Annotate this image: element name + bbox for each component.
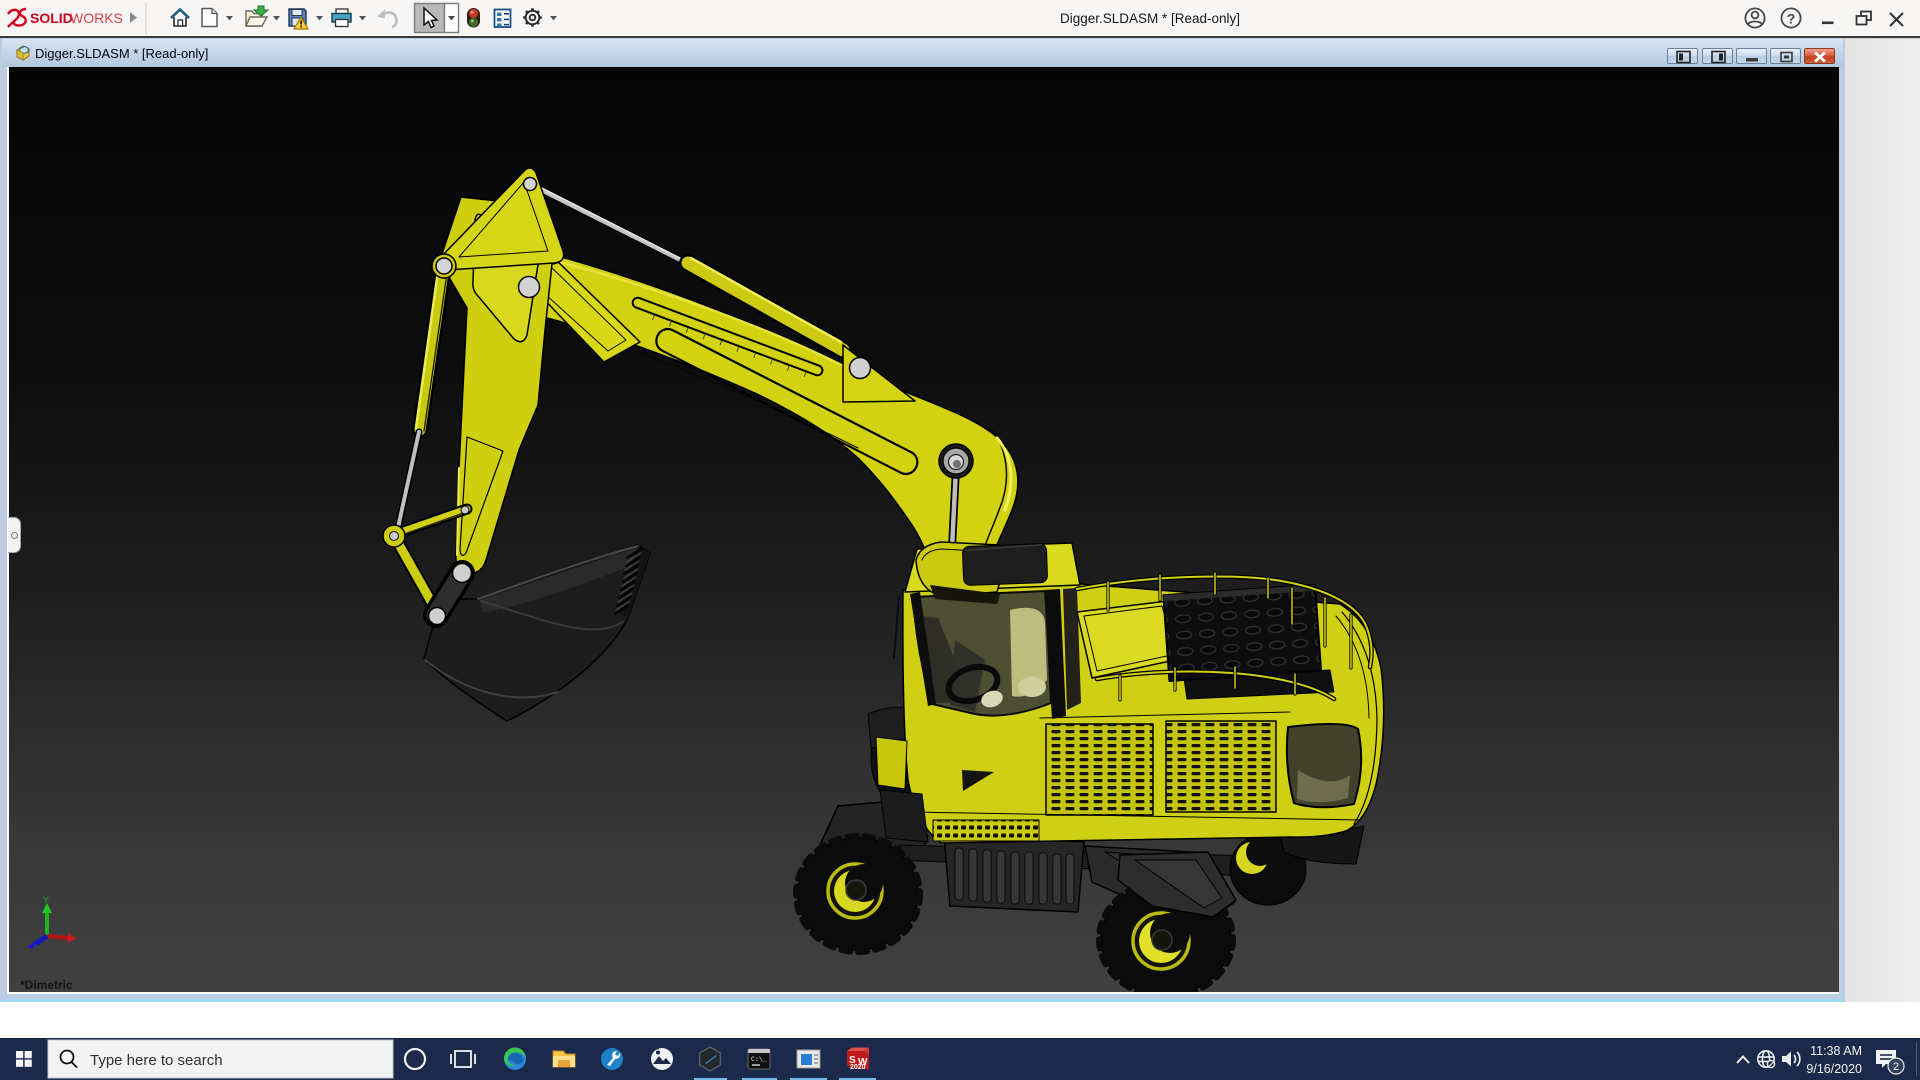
svg-text:Type here to search: Type here to search	[90, 1052, 223, 1069]
svg-text:Digger.SLDASM * [Read-only]: Digger.SLDASM * [Read-only]	[1060, 11, 1240, 26]
svg-text:C:\_: C:\_	[751, 1056, 767, 1063]
svg-text:2020: 2020	[850, 1064, 866, 1071]
svg-text:SOLID: SOLID	[30, 10, 73, 26]
svg-text:2: 2	[1893, 1061, 1899, 1073]
svg-text:WORKS: WORKS	[70, 10, 123, 26]
svg-text:11:38 AM: 11:38 AM	[1810, 1044, 1862, 1058]
svg-text:Y: Y	[43, 895, 49, 905]
svg-text:9/16/2020: 9/16/2020	[1806, 1062, 1862, 1076]
svg-text:Digger.SLDASM * [Read-only]: Digger.SLDASM * [Read-only]	[35, 46, 208, 61]
svg-text:?: ?	[1787, 11, 1796, 27]
svg-text:*Dimetric: *Dimetric	[20, 978, 73, 992]
